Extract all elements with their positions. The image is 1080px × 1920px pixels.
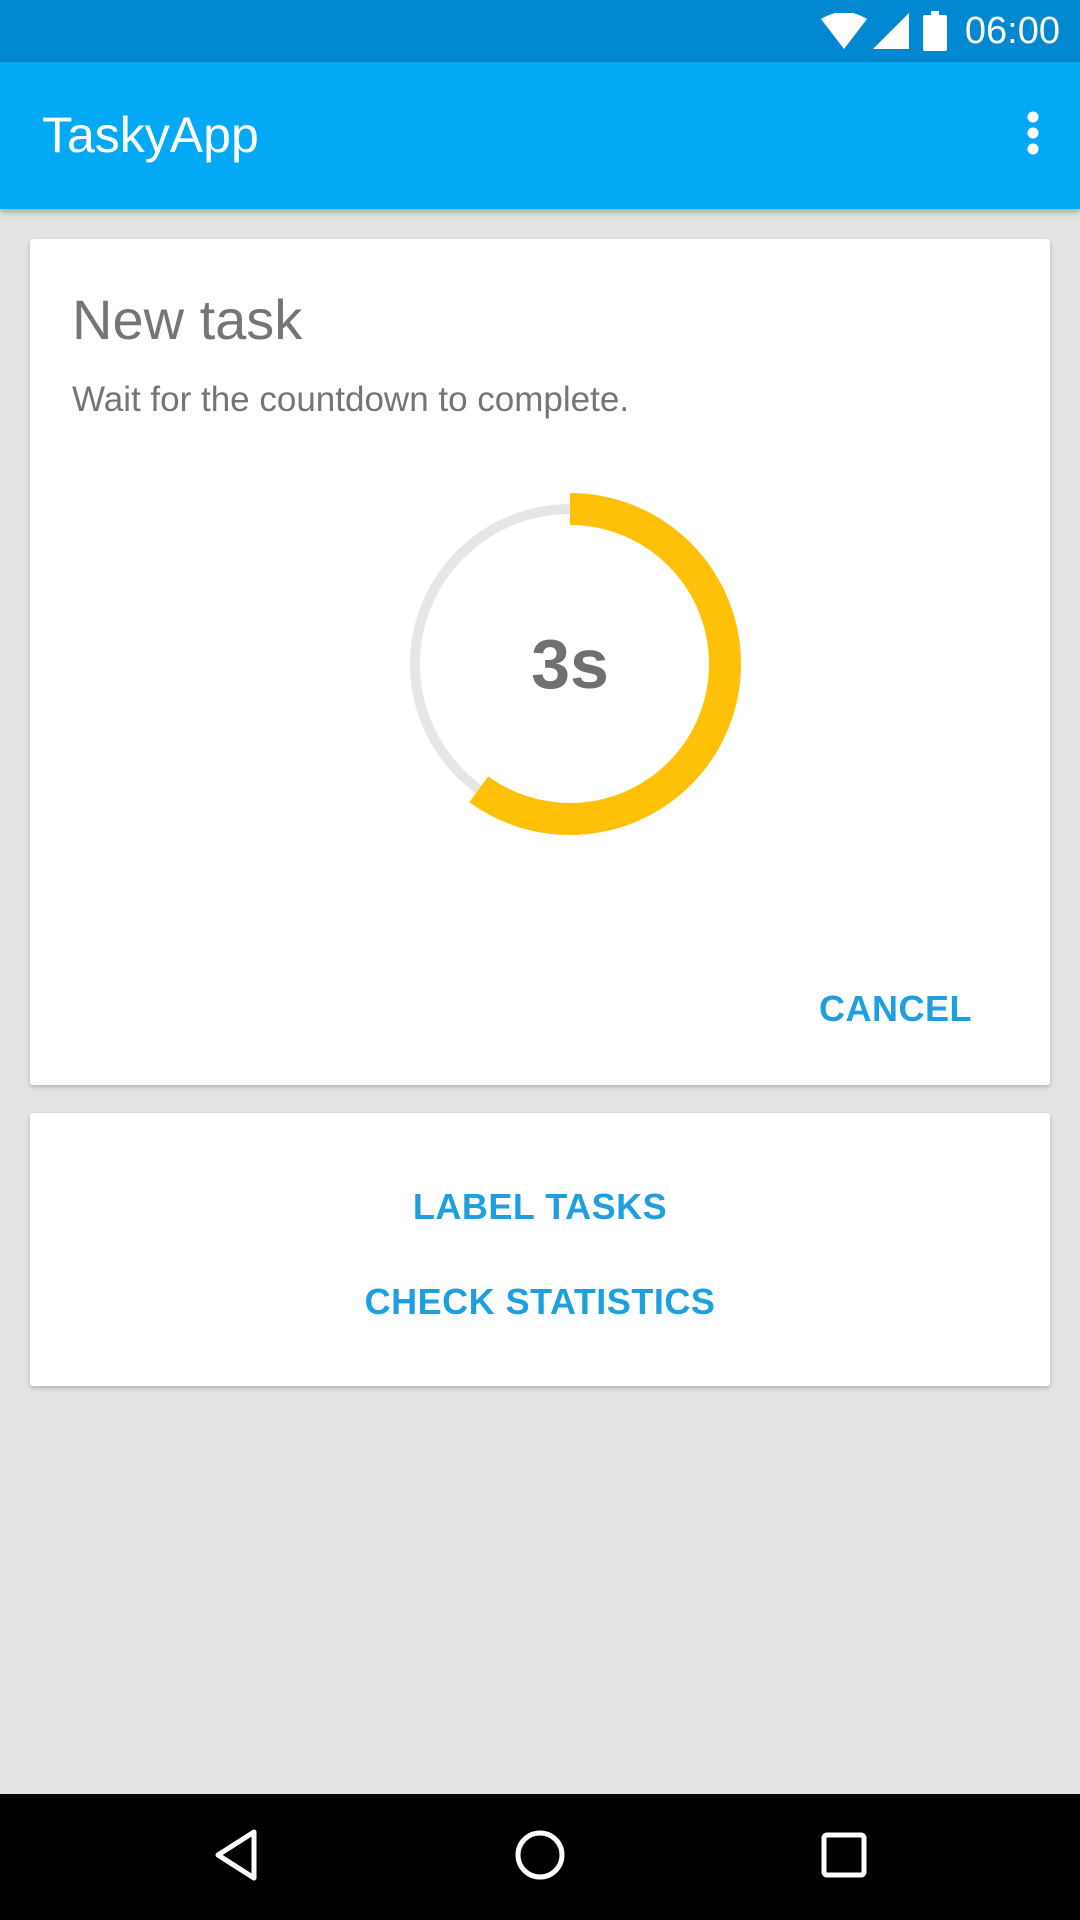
cancel-button[interactable]: CANCEL bbox=[811, 979, 980, 1039]
task-card: New task Wait for the countdown to compl… bbox=[30, 239, 1050, 1085]
countdown-label: 3s bbox=[531, 625, 609, 703]
status-time: 06:00 bbox=[964, 9, 1060, 52]
back-icon bbox=[212, 1828, 260, 1887]
check-statistics-button[interactable]: CHECK STATISTICS bbox=[30, 1272, 1050, 1332]
battery-icon bbox=[922, 11, 947, 51]
more-vert-icon bbox=[1026, 111, 1040, 160]
task-title: New task bbox=[72, 288, 303, 351]
menu-card: LABEL TASKS CHECK STATISTICS bbox=[30, 1113, 1050, 1386]
app-title: TaskyApp bbox=[42, 107, 259, 163]
navigation-bar bbox=[0, 1794, 1080, 1920]
task-description: Wait for the countdown to complete. bbox=[72, 380, 630, 419]
countdown-timer: 3s bbox=[370, 464, 770, 864]
wifi-icon bbox=[820, 13, 867, 49]
back-button[interactable] bbox=[196, 1817, 276, 1897]
app-bar: TaskyApp bbox=[0, 62, 1080, 209]
status-bar: 06:00 bbox=[0, 0, 1080, 62]
recents-button[interactable] bbox=[804, 1817, 884, 1897]
label-tasks-button[interactable]: LABEL TASKS bbox=[30, 1177, 1050, 1237]
recents-icon bbox=[820, 1831, 868, 1884]
cellular-signal-icon bbox=[872, 13, 909, 49]
overflow-menu-button[interactable] bbox=[998, 100, 1068, 170]
status-icons: 06:00 bbox=[820, 0, 1060, 62]
home-button[interactable] bbox=[500, 1817, 580, 1897]
home-icon bbox=[513, 1828, 567, 1887]
